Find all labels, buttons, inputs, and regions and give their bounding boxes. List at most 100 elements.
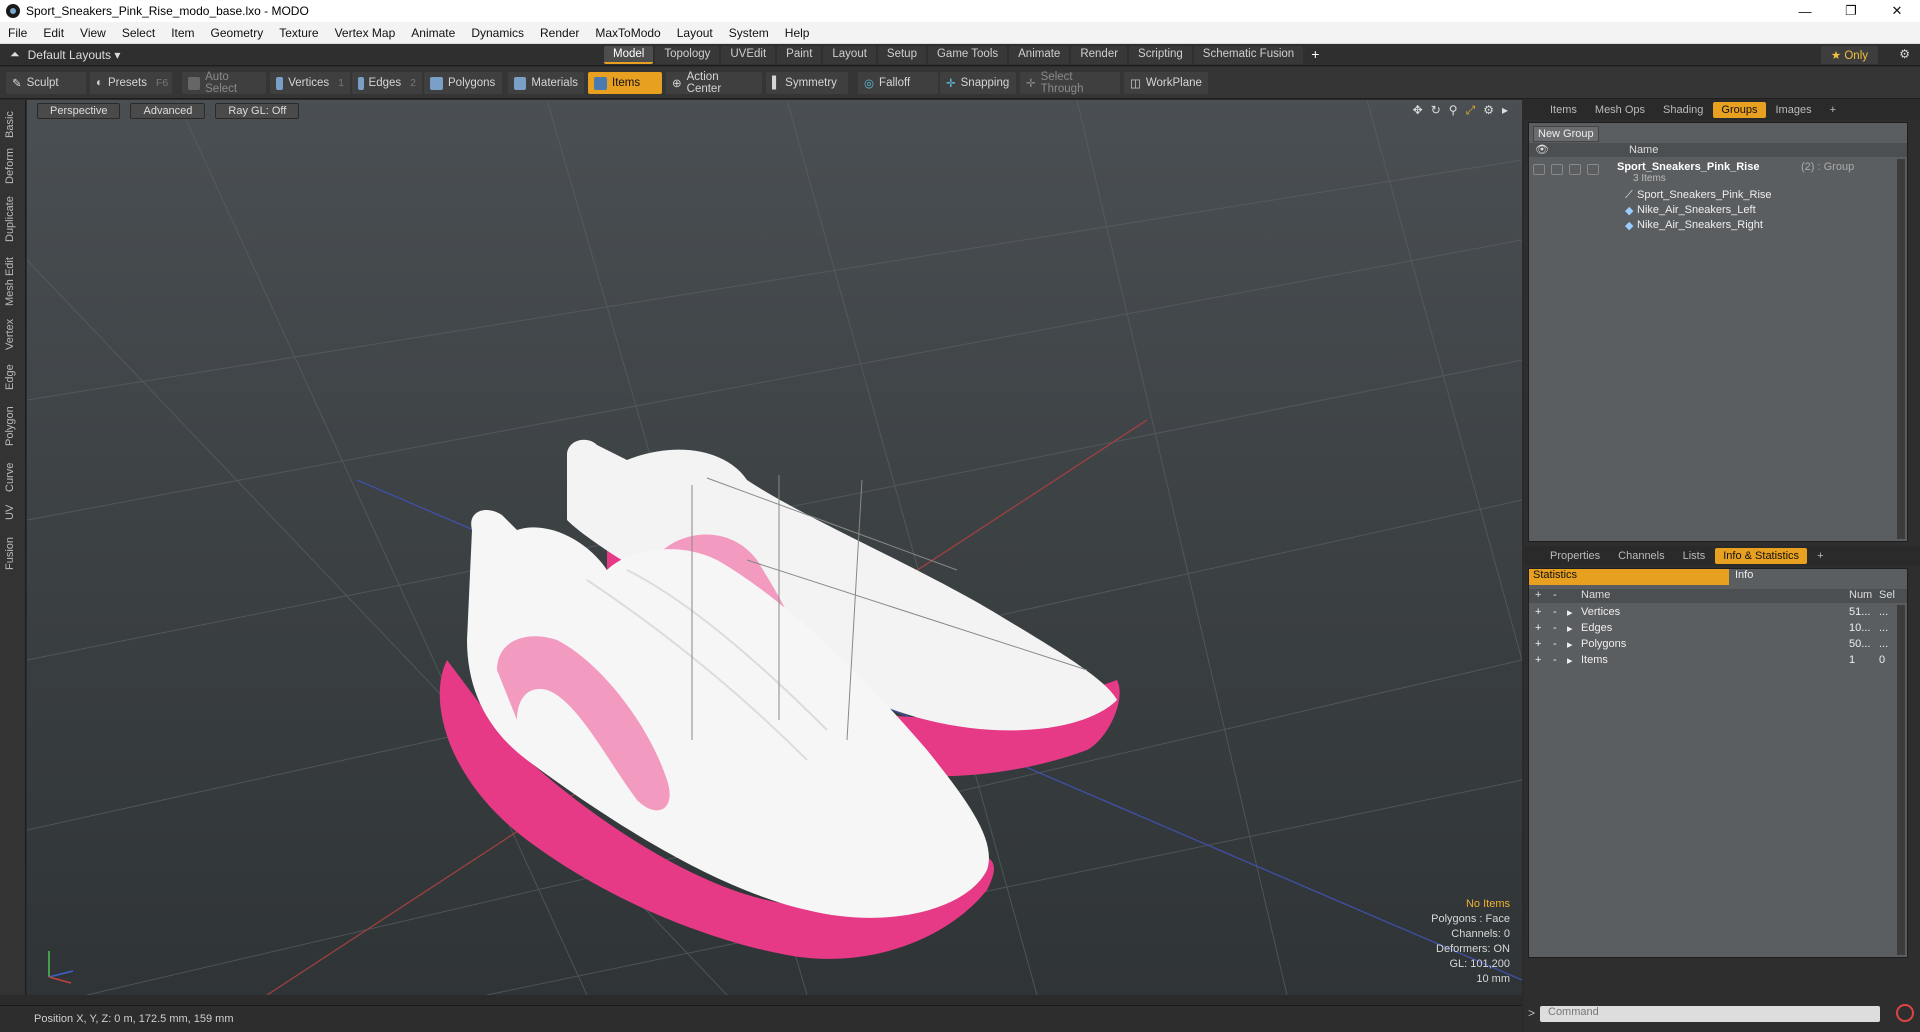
- falloff-button[interactable]: ◎ Falloff: [858, 72, 938, 94]
- tab-lists[interactable]: Lists: [1675, 548, 1714, 564]
- lefttab-mesh-edit[interactable]: Mesh Edit: [4, 257, 16, 306]
- snapping-button[interactable]: ✛ Snapping: [940, 72, 1016, 94]
- groups-scrollbar[interactable]: [1897, 159, 1905, 539]
- minimize-button[interactable]: —: [1782, 0, 1828, 22]
- add-icon[interactable]: +: [1535, 622, 1541, 634]
- subtab-statistics[interactable]: Statistics: [1529, 569, 1729, 585]
- tab-topology[interactable]: Topology: [655, 46, 720, 64]
- layout-collapse-icon[interactable]: ⏶: [10, 47, 20, 62]
- expand-arrow-icon[interactable]: ▸: [1567, 638, 1573, 651]
- add-tab-button[interactable]: +: [1305, 46, 1325, 64]
- tab-info-statistics[interactable]: Info & Statistics: [1715, 548, 1808, 564]
- subtab-info[interactable]: Info: [1731, 569, 1753, 581]
- new-group-button[interactable]: New Group: [1533, 126, 1599, 142]
- menu-item[interactable]: Item: [163, 26, 202, 40]
- menu-view[interactable]: View: [72, 26, 114, 40]
- stats-row-edges[interactable]: + - ▸ Edges 10... ...: [1529, 621, 1907, 637]
- remove-icon[interactable]: -: [1553, 654, 1557, 666]
- view-mode-dropdown[interactable]: Perspective: [37, 103, 121, 119]
- tab-paint[interactable]: Paint: [777, 46, 822, 64]
- only-button[interactable]: ★ Only: [1820, 46, 1878, 64]
- menu-file[interactable]: File: [0, 26, 35, 40]
- edges-button[interactable]: Edges 2: [352, 72, 422, 94]
- expand-arrow-icon[interactable]: ▸: [1567, 606, 1573, 619]
- expand-all-icon[interactable]: +: [1535, 589, 1541, 601]
- gear-icon[interactable]: ⚙: [1899, 47, 1910, 61]
- group-child-row[interactable]: ◆ Nike_Air_Sneakers_Right: [1529, 219, 1907, 236]
- remove-icon[interactable]: -: [1553, 638, 1557, 650]
- tab-game-tools[interactable]: Game Tools: [927, 46, 1008, 64]
- items-button[interactable]: Items: [588, 72, 662, 94]
- tab-items[interactable]: Items: [1542, 102, 1585, 118]
- lefttab-uv[interactable]: UV: [4, 505, 16, 520]
- stats-row-vertices[interactable]: + - ▸ Vertices 51... ...: [1529, 605, 1907, 621]
- close-button[interactable]: ✕: [1874, 0, 1920, 22]
- remove-icon[interactable]: -: [1553, 622, 1557, 634]
- default-layouts-dropdown[interactable]: Default Layouts ▾: [28, 48, 121, 62]
- add-icon[interactable]: +: [1535, 654, 1541, 666]
- menu-geometry[interactable]: Geometry: [203, 26, 272, 40]
- auto-select-button[interactable]: Auto Select: [182, 71, 266, 95]
- expand-arrow-icon[interactable]: ▸: [1567, 622, 1573, 635]
- tab-scripting[interactable]: Scripting: [1129, 46, 1192, 64]
- add-panel-tab-button[interactable]: +: [1822, 102, 1844, 118]
- fit-icon[interactable]: ⤢: [1466, 103, 1476, 118]
- menu-system[interactable]: System: [721, 26, 777, 40]
- viewport-expand-icon[interactable]: ▸: [1502, 103, 1508, 118]
- maximize-button[interactable]: ❐: [1828, 0, 1874, 22]
- tab-model[interactable]: Model: [604, 46, 654, 64]
- shading-mode-dropdown[interactable]: Advanced: [130, 103, 206, 119]
- collapse-all-icon[interactable]: -: [1553, 589, 1557, 601]
- tab-channels[interactable]: Channels: [1610, 548, 1672, 564]
- select-toggle-icon[interactable]: [1587, 164, 1599, 175]
- lefttab-edge[interactable]: Edge: [4, 364, 16, 390]
- add-icon[interactable]: +: [1535, 606, 1541, 618]
- add-icon[interactable]: +: [1535, 638, 1541, 650]
- presets-button[interactable]: ◐ Presets F6: [90, 72, 172, 94]
- menu-vertex-map[interactable]: Vertex Map: [327, 26, 404, 40]
- vertices-button[interactable]: Vertices 1: [270, 72, 350, 94]
- tab-animate[interactable]: Animate: [1009, 46, 1070, 64]
- tab-schematic-fusion[interactable]: Schematic Fusion: [1193, 46, 1304, 64]
- tab-uvedit[interactable]: UVEdit: [721, 46, 776, 64]
- menu-select[interactable]: Select: [114, 26, 163, 40]
- lefttab-duplicate[interactable]: Duplicate: [4, 196, 16, 242]
- expand-arrow-icon[interactable]: ▸: [1567, 654, 1573, 667]
- select-through-button[interactable]: ✛ Select Through: [1020, 71, 1120, 95]
- action-center-button[interactable]: ⊕ Action Center: [666, 71, 762, 95]
- workplane-button[interactable]: ◫ WorkPlane: [1124, 72, 1208, 94]
- menu-layout[interactable]: Layout: [669, 26, 721, 40]
- menu-texture[interactable]: Texture: [271, 26, 326, 40]
- menu-render[interactable]: Render: [532, 26, 587, 40]
- stats-scrollbar[interactable]: [1897, 605, 1905, 955]
- materials-button[interactable]: Materials: [508, 72, 584, 94]
- lefttab-polygon[interactable]: Polygon: [4, 406, 16, 446]
- menu-help[interactable]: Help: [777, 26, 818, 40]
- zoom-icon[interactable]: ⚲: [1449, 103, 1458, 118]
- tab-images[interactable]: Images: [1768, 102, 1820, 118]
- tab-layout[interactable]: Layout: [823, 46, 876, 64]
- 3d-viewport[interactable]: Perspective Advanced Ray GL: Off ✥ ↻ ⚲ ⤢…: [27, 100, 1522, 995]
- menu-animate[interactable]: Animate: [403, 26, 463, 40]
- group-root-row[interactable]: Sport_Sneakers_Pink_Rise (2) : Group 3 I…: [1529, 161, 1907, 184]
- symmetry-button[interactable]: ▌ Symmetry: [766, 72, 848, 94]
- pan-icon[interactable]: ✥: [1413, 103, 1423, 118]
- menu-dynamics[interactable]: Dynamics: [463, 26, 532, 40]
- lefttab-fusion[interactable]: Fusion: [4, 537, 16, 570]
- add-stats-tab-button[interactable]: +: [1809, 548, 1831, 564]
- sculpt-button[interactable]: ✎ Sculpt: [6, 72, 86, 94]
- polygons-button[interactable]: Polygons: [424, 72, 502, 94]
- raygl-toggle[interactable]: Ray GL: Off: [215, 103, 300, 119]
- lefttab-vertex[interactable]: Vertex: [4, 319, 16, 350]
- tab-setup[interactable]: Setup: [877, 46, 926, 64]
- rotate-icon[interactable]: ↻: [1431, 103, 1441, 118]
- tab-mesh-ops[interactable]: Mesh Ops: [1587, 102, 1653, 118]
- lefttab-curve[interactable]: Curve: [4, 463, 16, 492]
- lefttab-basic[interactable]: Basic: [4, 111, 16, 138]
- command-input[interactable]: Command: [1540, 1006, 1880, 1022]
- record-macro-icon[interactable]: [1896, 1004, 1914, 1022]
- remove-icon[interactable]: -: [1553, 606, 1557, 618]
- render-toggle-icon[interactable]: [1551, 164, 1563, 175]
- tab-groups[interactable]: Groups: [1713, 102, 1766, 118]
- lefttab-deform[interactable]: Deform: [4, 148, 16, 184]
